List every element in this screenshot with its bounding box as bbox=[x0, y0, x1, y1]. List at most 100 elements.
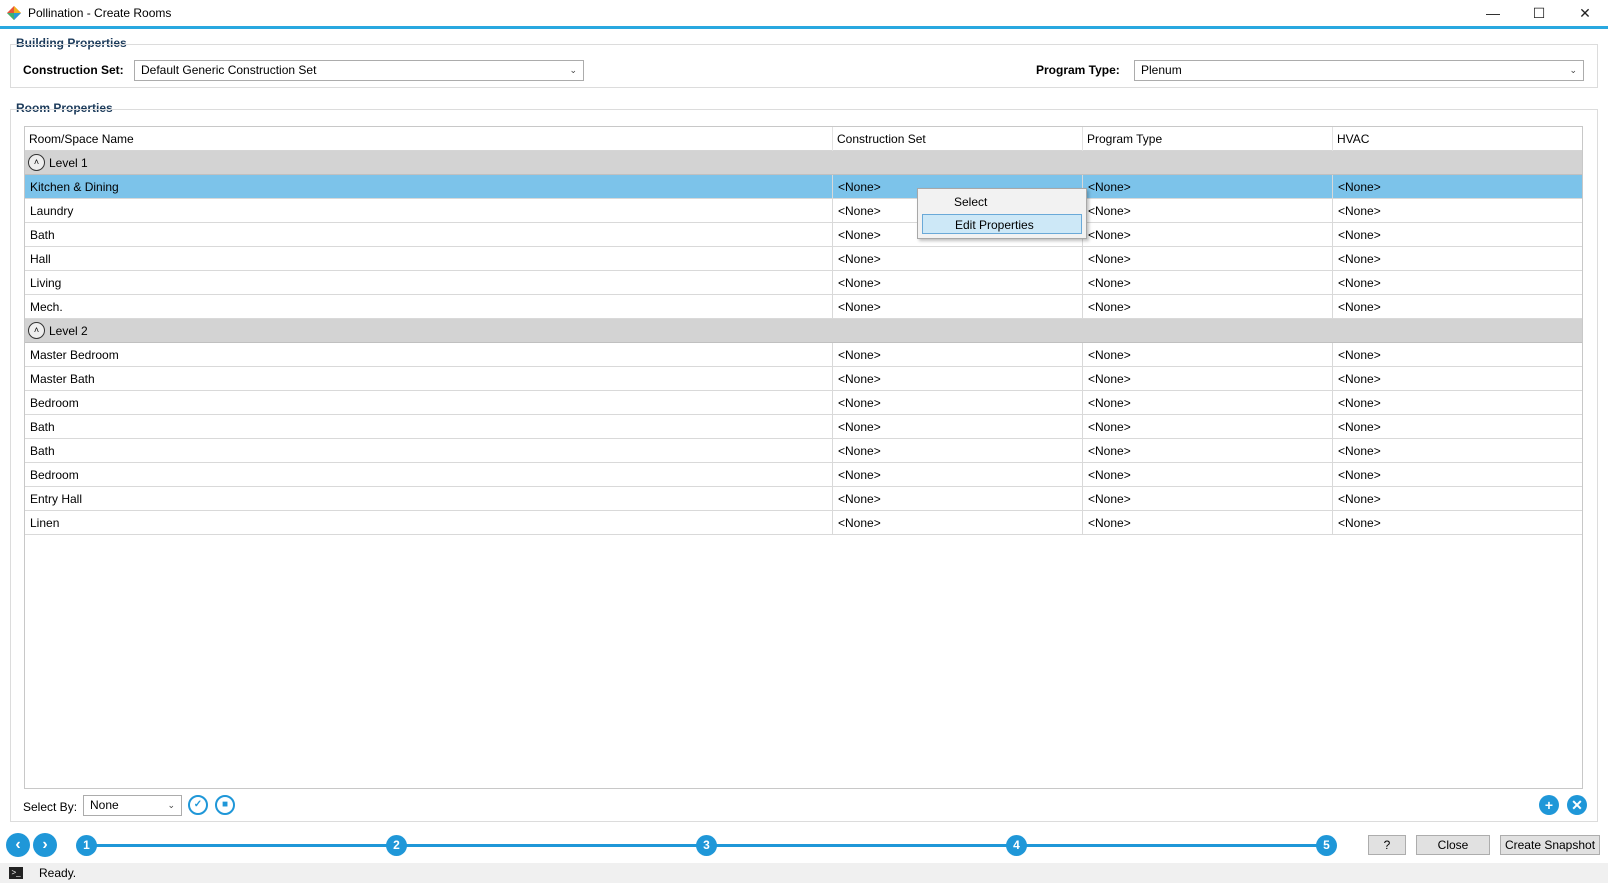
room-name-cell[interactable]: Bedroom bbox=[25, 463, 833, 487]
table-row[interactable]: Master Bath <None> <None> <None> bbox=[25, 367, 1582, 391]
add-room-button[interactable]: + bbox=[1539, 795, 1559, 815]
room-name-cell[interactable]: Linen bbox=[25, 511, 833, 535]
room-name-cell[interactable]: Bath bbox=[25, 223, 833, 247]
step-4[interactable]: 4 bbox=[1006, 835, 1027, 856]
program-type-cell[interactable]: <None> bbox=[1083, 367, 1333, 391]
hvac-cell[interactable]: <None> bbox=[1333, 271, 1582, 295]
room-name-cell[interactable]: Living bbox=[25, 271, 833, 295]
deselect-all-button[interactable]: ■ bbox=[215, 795, 235, 815]
construction-set-cell[interactable]: <None> bbox=[833, 295, 1083, 319]
construction-set-cell[interactable]: <None> bbox=[833, 511, 1083, 535]
rooms-grid[interactable]: Room/Space Name Construction Set Program… bbox=[24, 126, 1583, 789]
hvac-cell[interactable]: <None> bbox=[1333, 295, 1582, 319]
room-name-cell[interactable]: Bath bbox=[25, 415, 833, 439]
construction-set-cell[interactable]: <None> bbox=[833, 247, 1083, 271]
minimize-button[interactable]: — bbox=[1470, 0, 1516, 26]
table-row[interactable]: Bath <None> <None> <None> bbox=[25, 415, 1582, 439]
hvac-cell[interactable]: <None> bbox=[1333, 463, 1582, 487]
forward-button[interactable]: › bbox=[33, 833, 57, 857]
program-type-cell[interactable]: <None> bbox=[1083, 511, 1333, 535]
table-row[interactable]: Mech. <None> <None> <None> bbox=[25, 295, 1582, 319]
column-header-construction-set[interactable]: Construction Set bbox=[833, 127, 1083, 151]
hvac-cell[interactable]: <None> bbox=[1333, 199, 1582, 223]
program-type-cell[interactable]: <None> bbox=[1083, 487, 1333, 511]
menu-item-edit-properties[interactable]: Edit Properties bbox=[922, 214, 1082, 234]
table-row[interactable]: Kitchen & Dining <None> <None> <None> bbox=[25, 175, 1582, 199]
hvac-cell[interactable]: <None> bbox=[1333, 511, 1582, 535]
check-icon: ✓ bbox=[193, 799, 203, 810]
collapse-chevron-up-icon[interactable]: ˄ bbox=[28, 154, 45, 171]
construction-set-cell[interactable]: <None> bbox=[833, 439, 1083, 463]
room-name-cell[interactable]: Master Bedroom bbox=[25, 343, 833, 367]
room-name-cell[interactable]: Hall bbox=[25, 247, 833, 271]
menu-item-select[interactable]: Select bbox=[922, 192, 1082, 212]
hvac-cell[interactable]: <None> bbox=[1333, 367, 1582, 391]
program-type-cell[interactable]: <None> bbox=[1083, 199, 1333, 223]
room-name-cell[interactable]: Kitchen & Dining bbox=[25, 175, 833, 199]
room-name-cell[interactable]: Entry Hall bbox=[25, 487, 833, 511]
hvac-cell[interactable]: <None> bbox=[1333, 343, 1582, 367]
hvac-cell[interactable]: <None> bbox=[1333, 487, 1582, 511]
hvac-cell[interactable]: <None> bbox=[1333, 439, 1582, 463]
table-row[interactable]: Bath <None> <None> <None> bbox=[25, 223, 1582, 247]
collapse-chevron-up-icon[interactable]: ˄ bbox=[28, 322, 45, 339]
close-window-button[interactable]: ✕ bbox=[1562, 0, 1608, 26]
construction-set-dropdown[interactable]: Default Generic Construction Set ⌄ bbox=[134, 60, 584, 81]
program-type-cell[interactable]: <None> bbox=[1083, 343, 1333, 367]
room-name-cell[interactable]: Bath bbox=[25, 439, 833, 463]
program-type-dropdown[interactable]: Plenum ⌄ bbox=[1134, 60, 1584, 81]
table-row[interactable]: Bedroom <None> <None> <None> bbox=[25, 463, 1582, 487]
create-snapshot-button[interactable]: Create Snapshot bbox=[1500, 835, 1600, 855]
table-row[interactable]: Hall <None> <None> <None> bbox=[25, 247, 1582, 271]
maximize-button[interactable]: ☐ bbox=[1516, 0, 1562, 26]
step-1[interactable]: 1 bbox=[76, 835, 97, 856]
select-by-dropdown[interactable]: None ⌄ bbox=[83, 795, 182, 816]
construction-set-cell[interactable]: <None> bbox=[833, 463, 1083, 487]
construction-set-cell[interactable]: <None> bbox=[833, 367, 1083, 391]
table-row[interactable]: Entry Hall <None> <None> <None> bbox=[25, 487, 1582, 511]
program-type-cell[interactable]: <None> bbox=[1083, 463, 1333, 487]
hvac-cell[interactable]: <None> bbox=[1333, 247, 1582, 271]
close-button[interactable]: Close bbox=[1416, 835, 1490, 855]
step-3[interactable]: 3 bbox=[696, 835, 717, 856]
column-header-room-name[interactable]: Room/Space Name bbox=[25, 127, 833, 151]
step-2[interactable]: 2 bbox=[386, 835, 407, 856]
hvac-cell[interactable]: <None> bbox=[1333, 415, 1582, 439]
table-row[interactable]: Bath <None> <None> <None> bbox=[25, 439, 1582, 463]
back-button[interactable]: ‹ bbox=[6, 833, 30, 857]
hvac-cell[interactable]: <None> bbox=[1333, 391, 1582, 415]
column-header-hvac[interactable]: HVAC bbox=[1333, 127, 1582, 151]
table-row[interactable]: Linen <None> <None> <None> bbox=[25, 511, 1582, 535]
hvac-cell[interactable]: <None> bbox=[1333, 223, 1582, 247]
program-type-cell[interactable]: <None> bbox=[1083, 223, 1333, 247]
program-type-cell[interactable]: <None> bbox=[1083, 439, 1333, 463]
step-5[interactable]: 5 bbox=[1316, 835, 1337, 856]
construction-set-cell[interactable]: <None> bbox=[833, 487, 1083, 511]
program-type-cell[interactable]: <None> bbox=[1083, 415, 1333, 439]
construction-set-cell[interactable]: <None> bbox=[833, 343, 1083, 367]
table-row[interactable]: Laundry <None> <None> <None> bbox=[25, 199, 1582, 223]
program-type-cell[interactable]: <None> bbox=[1083, 295, 1333, 319]
construction-set-cell[interactable]: <None> bbox=[833, 271, 1083, 295]
table-row[interactable]: Living <None> <None> <None> bbox=[25, 271, 1582, 295]
group-header-row[interactable]: ˄ Level 1 bbox=[25, 151, 1582, 175]
room-name-cell[interactable]: Mech. bbox=[25, 295, 833, 319]
room-name-cell[interactable]: Laundry bbox=[25, 199, 833, 223]
room-name-cell[interactable]: Master Bath bbox=[25, 367, 833, 391]
select-all-button[interactable]: ✓ bbox=[188, 795, 208, 815]
program-type-cell[interactable]: <None> bbox=[1083, 271, 1333, 295]
room-name-cell[interactable]: Bedroom bbox=[25, 391, 833, 415]
column-header-program-type[interactable]: Program Type bbox=[1083, 127, 1333, 151]
program-type-cell[interactable]: <None> bbox=[1083, 391, 1333, 415]
table-row[interactable]: Bedroom <None> <None> <None> bbox=[25, 391, 1582, 415]
table-row[interactable]: Master Bedroom <None> <None> <None> bbox=[25, 343, 1582, 367]
group-header-row[interactable]: ˄ Level 2 bbox=[25, 319, 1582, 343]
hvac-cell[interactable]: <None> bbox=[1333, 175, 1582, 199]
remove-room-button[interactable]: ✕ bbox=[1567, 795, 1587, 815]
construction-set-cell[interactable]: <None> bbox=[833, 415, 1083, 439]
help-button[interactable]: ? bbox=[1368, 835, 1406, 855]
console-icon[interactable]: >_ bbox=[9, 867, 23, 879]
construction-set-cell[interactable]: <None> bbox=[833, 391, 1083, 415]
program-type-cell[interactable]: <None> bbox=[1083, 175, 1333, 199]
program-type-cell[interactable]: <None> bbox=[1083, 247, 1333, 271]
